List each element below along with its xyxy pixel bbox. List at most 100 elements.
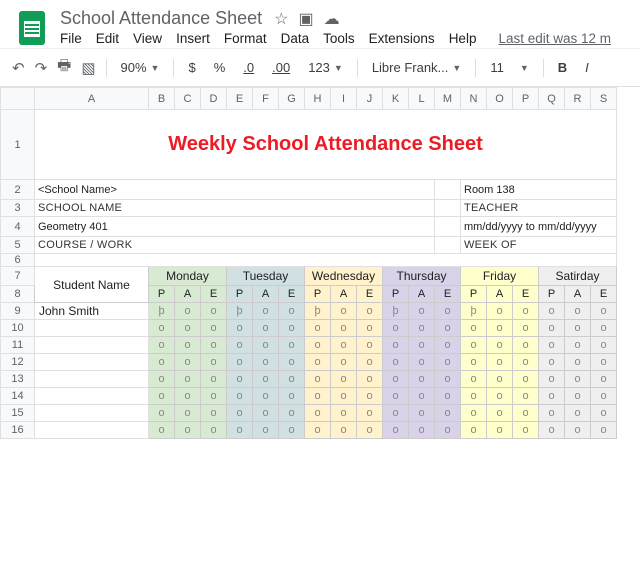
attendance-cell[interactable]: o xyxy=(565,320,591,337)
attendance-cell[interactable]: o xyxy=(331,422,357,439)
attendance-cell[interactable]: o xyxy=(591,405,617,422)
attendance-cell[interactable]: o xyxy=(305,388,331,405)
attendance-cell[interactable]: o xyxy=(487,320,513,337)
col-header[interactable]: H xyxy=(305,88,331,110)
attendance-cell[interactable]: o xyxy=(513,320,539,337)
attendance-cell[interactable]: o xyxy=(279,405,305,422)
attendance-cell[interactable]: o xyxy=(305,405,331,422)
student-name-cell[interactable] xyxy=(35,405,149,422)
attendance-cell[interactable]: o xyxy=(539,422,565,439)
attendance-cell[interactable]: o xyxy=(591,337,617,354)
attendance-cell[interactable]: o xyxy=(227,422,253,439)
attendance-cell[interactable]: o xyxy=(461,320,487,337)
attendance-cell[interactable]: o xyxy=(149,320,175,337)
attendance-cell[interactable]: o xyxy=(175,337,201,354)
zoom-select[interactable]: 90%▼ xyxy=(117,58,164,77)
student-name-cell[interactable] xyxy=(35,337,149,354)
attendance-cell[interactable]: o xyxy=(513,405,539,422)
attendance-cell[interactable]: o xyxy=(565,405,591,422)
attendance-cell[interactable]: o xyxy=(175,354,201,371)
col-header[interactable]: I xyxy=(331,88,357,110)
attendance-cell[interactable]: o xyxy=(227,320,253,337)
undo-icon[interactable]: ↶ xyxy=(12,59,25,77)
attendance-cell[interactable]: o xyxy=(461,371,487,388)
col-header[interactable]: N xyxy=(461,88,487,110)
decrease-decimal-button[interactable]: .0 xyxy=(239,58,258,77)
attendance-cell[interactable]: o xyxy=(539,303,565,320)
spreadsheet-grid[interactable]: ABCDEFGHIJKLMNOPQRS1Weekly School Attend… xyxy=(0,87,640,439)
menu-tools[interactable]: Tools xyxy=(323,31,355,46)
attendance-cell[interactable]: o xyxy=(591,422,617,439)
student-name-cell[interactable] xyxy=(35,422,149,439)
attendance-cell[interactable]: o xyxy=(149,422,175,439)
attendance-cell[interactable]: o xyxy=(409,354,435,371)
increase-decimal-button[interactable]: .00 xyxy=(268,58,294,77)
attendance-cell[interactable]: o xyxy=(331,320,357,337)
attendance-cell[interactable]: o xyxy=(435,405,461,422)
student-name-cell[interactable] xyxy=(35,371,149,388)
menu-insert[interactable]: Insert xyxy=(176,31,210,46)
attendance-cell[interactable]: þ xyxy=(383,303,409,320)
col-header[interactable]: P xyxy=(513,88,539,110)
redo-icon[interactable]: ↷ xyxy=(35,59,48,77)
attendance-cell[interactable]: o xyxy=(461,422,487,439)
attendance-cell[interactable]: o xyxy=(305,337,331,354)
attendance-cell[interactable]: o xyxy=(435,371,461,388)
student-name-cell[interactable] xyxy=(35,320,149,337)
attendance-cell[interactable]: o xyxy=(305,422,331,439)
attendance-cell[interactable]: o xyxy=(513,354,539,371)
attendance-cell[interactable]: o xyxy=(487,422,513,439)
attendance-cell[interactable]: o xyxy=(227,337,253,354)
attendance-cell[interactable]: o xyxy=(201,371,227,388)
attendance-cell[interactable]: o xyxy=(331,388,357,405)
attendance-cell[interactable]: o xyxy=(383,371,409,388)
attendance-cell[interactable]: o xyxy=(253,354,279,371)
attendance-cell[interactable]: þ xyxy=(461,303,487,320)
attendance-cell[interactable]: o xyxy=(565,337,591,354)
attendance-cell[interactable]: o xyxy=(175,303,201,320)
attendance-cell[interactable]: o xyxy=(357,405,383,422)
attendance-cell[interactable]: o xyxy=(357,303,383,320)
attendance-cell[interactable]: o xyxy=(175,320,201,337)
attendance-cell[interactable]: o xyxy=(435,422,461,439)
col-header[interactable]: J xyxy=(357,88,383,110)
sheets-logo[interactable] xyxy=(12,8,52,48)
attendance-cell[interactable]: o xyxy=(409,371,435,388)
attendance-cell[interactable]: o xyxy=(435,320,461,337)
print-icon[interactable]: 🖶 xyxy=(57,55,71,80)
menu-extensions[interactable]: Extensions xyxy=(369,31,435,46)
attendance-cell[interactable]: o xyxy=(383,388,409,405)
col-header[interactable]: G xyxy=(279,88,305,110)
attendance-cell[interactable]: o xyxy=(513,422,539,439)
attendance-cell[interactable]: o xyxy=(201,422,227,439)
attendance-cell[interactable]: þ xyxy=(305,303,331,320)
attendance-cell[interactable]: o xyxy=(201,405,227,422)
attendance-cell[interactable]: o xyxy=(279,320,305,337)
attendance-cell[interactable]: o xyxy=(409,337,435,354)
attendance-cell[interactable]: o xyxy=(253,371,279,388)
attendance-cell[interactable]: o xyxy=(461,388,487,405)
attendance-cell[interactable]: o xyxy=(513,371,539,388)
attendance-cell[interactable]: o xyxy=(539,320,565,337)
attendance-cell[interactable]: o xyxy=(513,337,539,354)
col-header[interactable]: Q xyxy=(539,88,565,110)
col-header[interactable]: B xyxy=(149,88,175,110)
attendance-cell[interactable]: o xyxy=(175,388,201,405)
attendance-cell[interactable]: o xyxy=(565,422,591,439)
col-header[interactable]: R xyxy=(565,88,591,110)
attendance-cell[interactable]: o xyxy=(357,422,383,439)
student-name-cell[interactable]: John Smith xyxy=(35,303,149,320)
attendance-cell[interactable]: o xyxy=(487,337,513,354)
attendance-cell[interactable]: o xyxy=(149,405,175,422)
menu-view[interactable]: View xyxy=(133,31,162,46)
student-name-cell[interactable] xyxy=(35,388,149,405)
last-edit-link[interactable]: Last edit was 12 m xyxy=(498,31,611,46)
percent-button[interactable]: % xyxy=(210,58,230,77)
number-format-select[interactable]: 123▼ xyxy=(304,58,347,77)
font-size-select[interactable]: 11▼ xyxy=(486,58,532,77)
attendance-cell[interactable]: o xyxy=(175,405,201,422)
attendance-cell[interactable]: o xyxy=(383,320,409,337)
attendance-cell[interactable]: o xyxy=(461,354,487,371)
school-name-cell[interactable]: <School Name> xyxy=(35,180,435,200)
attendance-cell[interactable]: o xyxy=(487,405,513,422)
